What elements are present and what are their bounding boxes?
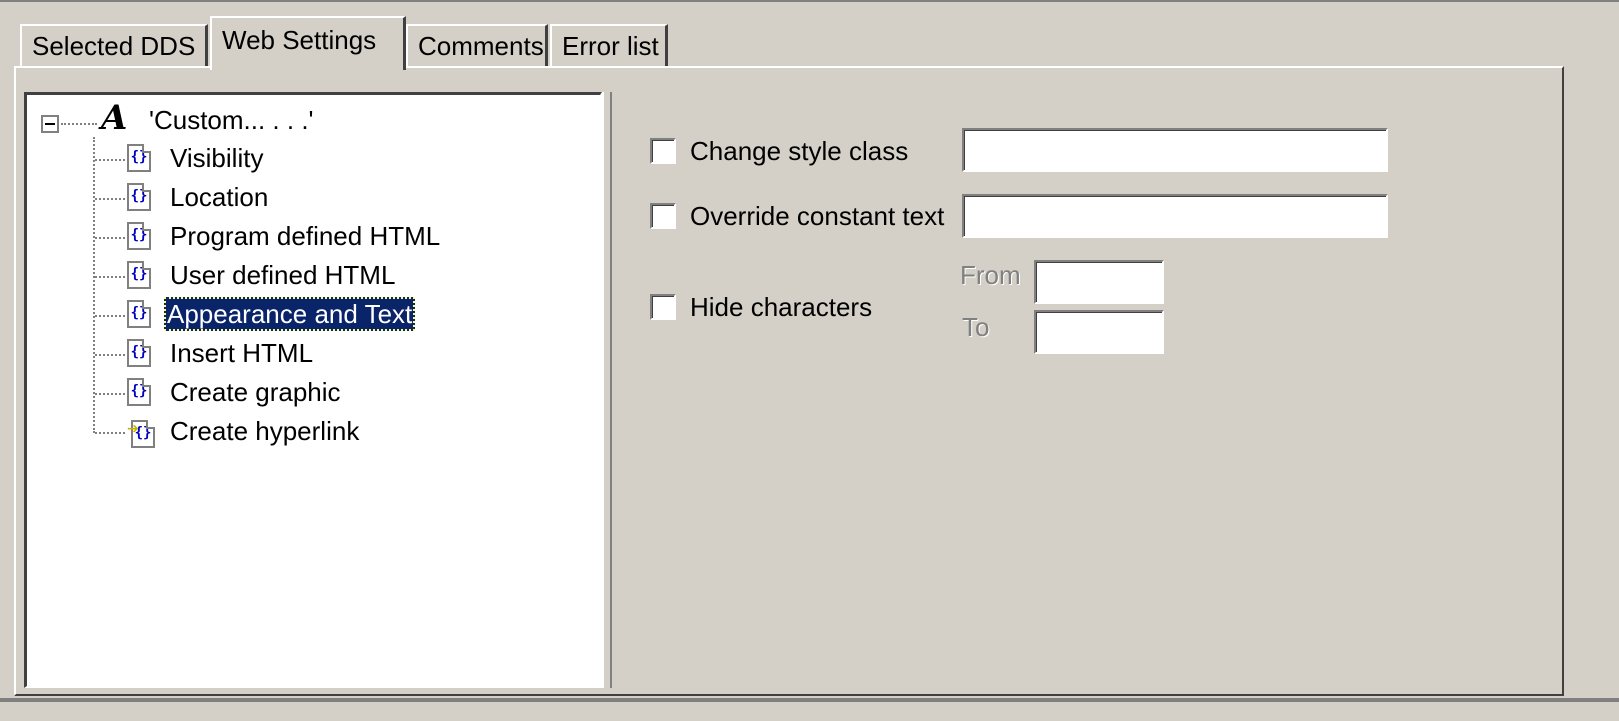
hide-characters-checkbox[interactable] [650, 294, 676, 320]
tab-comments[interactable]: Comments [406, 24, 548, 68]
html-file-icon: {} [127, 300, 151, 328]
html-file-icon: {} [127, 339, 151, 367]
html-file-icon: {} [127, 378, 151, 406]
tree-item-user-defined-html[interactable]: {} User defined HTML [27, 256, 597, 294]
tree-connector [95, 432, 125, 434]
tree-item-visibility[interactable]: {} Visibility [27, 139, 597, 177]
tree-item-label: Create hyperlink [170, 416, 360, 446]
html-file-icon: {} [127, 261, 151, 289]
tree-item-location[interactable]: {} Location [27, 178, 597, 216]
tree-item-label: Insert HTML [170, 338, 314, 368]
tab-web-settings[interactable]: Web Settings [210, 16, 406, 70]
tree-root-label: 'Custom... . . .' [149, 105, 314, 135]
constant-text-input[interactable] [962, 194, 1388, 238]
tree-item-appearance-and-text[interactable]: {} Appearance and Text [27, 295, 597, 333]
tree-item-create-hyperlink[interactable]: ➔{} Create hyperlink [27, 412, 597, 450]
to-label: To [962, 312, 990, 342]
collapse-icon[interactable] [41, 115, 59, 133]
change-style-class-checkbox[interactable] [650, 138, 676, 164]
tab-error-list[interactable]: Error list [550, 24, 668, 68]
tree-connector [95, 393, 125, 395]
tree-item-label: Visibility [170, 143, 264, 173]
html-file-icon: {} [127, 183, 151, 211]
tree-item-label: Create graphic [170, 377, 341, 407]
tree-item-label: Location [170, 182, 269, 212]
tree-connector [61, 123, 97, 125]
style-class-input[interactable] [962, 128, 1388, 172]
font-a-icon: A [101, 98, 128, 138]
from-input[interactable] [1034, 260, 1164, 304]
hyperlink-file-icon: ➔{} [127, 418, 155, 448]
override-constant-text-label: Override constant text [690, 201, 945, 231]
html-file-icon: {} [127, 222, 151, 250]
tree-root[interactable]: A 'Custom... . . .' [27, 98, 597, 139]
change-style-class-label: Change style class [690, 136, 909, 166]
tree-item-label: User defined HTML [170, 260, 396, 290]
pane-splitter[interactable] [602, 92, 612, 688]
tree-connector [95, 198, 125, 200]
tree-item-program-defined-html[interactable]: {} Program defined HTML [27, 217, 597, 255]
tree-connector [95, 276, 125, 278]
tree-connector [95, 315, 125, 317]
tab-selected-dds[interactable]: Selected DDS [20, 24, 208, 68]
from-label: From [960, 260, 1021, 290]
bottom-border [0, 698, 1619, 702]
tree-item-insert-html[interactable]: {} Insert HTML [27, 334, 597, 372]
html-file-icon: {} [127, 144, 151, 172]
tree-item-create-graphic[interactable]: {} Create graphic [27, 373, 597, 411]
tree-item-label: Appearance and Text [164, 297, 416, 331]
settings-tree[interactable]: A 'Custom... . . .' {} Visibility {} Loc… [24, 92, 602, 688]
tree-connector [95, 354, 125, 356]
override-constant-text-checkbox[interactable] [650, 203, 676, 229]
tree-item-label: Program defined HTML [170, 221, 441, 251]
tab-strip: Selected DDS Web Settings Comments Error… [14, 16, 1594, 70]
window-top-border [0, 0, 1619, 8]
hide-characters-label: Hide characters [690, 292, 873, 322]
to-input[interactable] [1034, 310, 1164, 354]
arrow-icon: ➔ [127, 416, 140, 440]
tree-connector [95, 237, 125, 239]
tree-connector [95, 159, 125, 161]
